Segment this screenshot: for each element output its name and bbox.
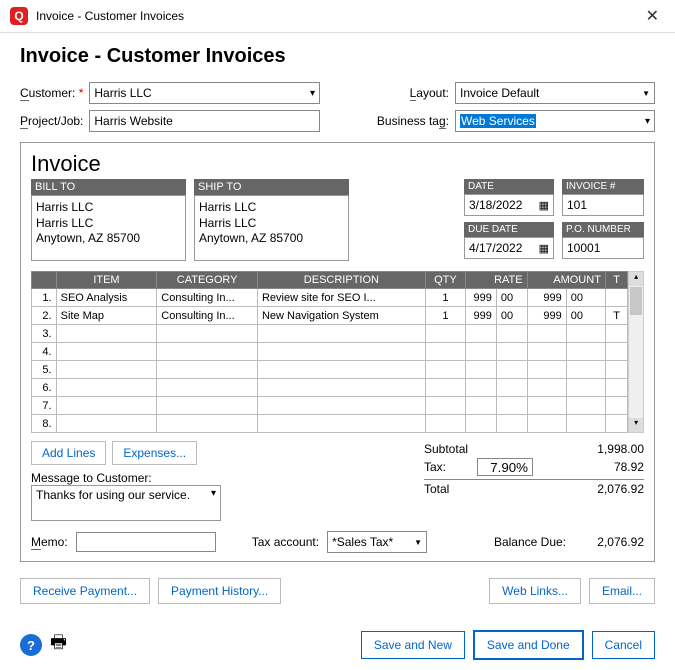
customer-value: Harris LLC [94,86,151,100]
invoice-panel: Invoice BILL TO Harris LLC Harris LLC An… [20,142,655,562]
tag-value: Web Services [460,114,536,128]
help-icon[interactable]: ? [20,634,42,656]
balance-due-label: Balance Due: [494,535,566,549]
calendar-icon[interactable]: ▦ [539,199,549,212]
due-date-label: DUE DATE [464,222,554,237]
balance-due-value: 2,076.92 [574,535,644,549]
total-value: 2,076.92 [564,482,644,496]
table-row[interactable]: 5. [32,361,628,379]
po-number-label: P.O. NUMBER [562,222,644,237]
expenses-button[interactable]: Expenses... [112,441,197,465]
table-row[interactable]: 1.SEO AnalysisConsulting In...Review sit… [32,289,628,307]
table-row[interactable]: 4. [32,343,628,361]
page-title: Invoice - Customer Invoices [20,45,655,68]
close-icon[interactable]: ✕ [640,6,665,26]
email-button[interactable]: Email... [589,578,655,604]
table-row[interactable]: 2.Site MapConsulting In...New Navigation… [32,307,628,325]
layout-combo[interactable]: Invoice Default ▼ [455,82,655,104]
chevron-down-icon: ▼ [414,538,422,547]
invoice-heading: Invoice [31,151,644,177]
calendar-icon[interactable]: ▦ [539,242,549,255]
layout-label: Layout: [410,86,449,100]
col-qty: QTY [425,272,465,289]
table-row[interactable]: 3. [32,325,628,343]
tax-account-combo[interactable]: *Sales Tax* ▼ [327,531,427,553]
invoice-number-field[interactable]: 101 [562,194,644,216]
project-value: Harris Website [94,114,172,128]
window-title: Invoice - Customer Invoices [36,9,640,23]
customer-label: Customer: * [20,86,83,100]
app-icon: Q [10,7,28,25]
memo-label: Memo: [31,535,68,549]
web-links-button[interactable]: Web Links... [489,578,581,604]
picker-icon: ▾ [645,116,650,127]
date-label: DATE [464,179,554,194]
tax-amount: 78.92 [564,460,644,474]
table-row[interactable]: 6. [32,379,628,397]
project-combo[interactable]: Harris Website [89,110,320,132]
bill-to-label: BILL TO [31,179,186,195]
tax-label: Tax: [424,460,446,474]
col-category: CATEGORY [157,272,258,289]
po-number-field[interactable]: 10001 [562,237,644,259]
scroll-up-icon[interactable]: ▴ [629,272,643,286]
ship-to-label: SHIP TO [194,179,349,195]
cancel-button[interactable]: Cancel [592,631,655,659]
save-and-new-button[interactable]: Save and New [361,631,465,659]
scrollbar[interactable]: ▴ ▾ [628,271,644,433]
table-row[interactable]: 7. [32,397,628,415]
table-row[interactable]: 8. [32,415,628,433]
tax-rate-input[interactable] [477,458,533,476]
receive-payment-button[interactable]: Receive Payment... [20,578,150,604]
layout-value: Invoice Default [460,86,539,100]
col-item: ITEM [56,272,157,289]
scroll-down-icon[interactable]: ▾ [629,418,643,432]
print-icon[interactable]: 🖶 [50,630,67,660]
message-label: Message to Customer: [31,471,221,485]
title-bar: Q Invoice - Customer Invoices ✕ [0,0,675,33]
col-tax: T [605,272,627,289]
picker-icon: ▾ [211,488,216,499]
message-field[interactable]: Thanks for using our service. ▾ [31,485,221,521]
tax-account-label: Tax account: [252,535,319,549]
col-rate: RATE [466,272,528,289]
date-field[interactable]: 3/18/2022 ▦ [464,194,554,216]
add-lines-button[interactable]: Add Lines [31,441,106,465]
tag-label: Business tag: [377,114,449,128]
invoice-number-label: INVOICE # [562,179,644,194]
bill-to-address[interactable]: Harris LLC Harris LLC Anytown, AZ 85700 [31,195,186,261]
scroll-thumb[interactable] [630,287,642,315]
save-and-done-button[interactable]: Save and Done [473,630,584,660]
total-label: Total [424,482,449,496]
due-date-field[interactable]: 4/17/2022 ▦ [464,237,554,259]
picker-icon: ▾ [310,88,315,99]
project-label: Project/Job: [20,114,83,128]
subtotal-value: 1,998.00 [564,442,644,456]
ship-to-address[interactable]: Harris LLC Harris LLC Anytown, AZ 85700 [194,195,349,261]
col-amount: AMOUNT [527,272,605,289]
col-description: DESCRIPTION [257,272,425,289]
memo-input[interactable] [76,532,216,552]
chevron-down-icon: ▼ [642,89,650,98]
tag-combo[interactable]: Web Services ▾ [455,110,655,132]
customer-combo[interactable]: Harris LLC ▾ [89,82,320,104]
line-items-table[interactable]: ITEM CATEGORY DESCRIPTION QTY RATE AMOUN… [31,271,628,433]
subtotal-label: Subtotal [424,442,468,456]
payment-history-button[interactable]: Payment History... [158,578,281,604]
